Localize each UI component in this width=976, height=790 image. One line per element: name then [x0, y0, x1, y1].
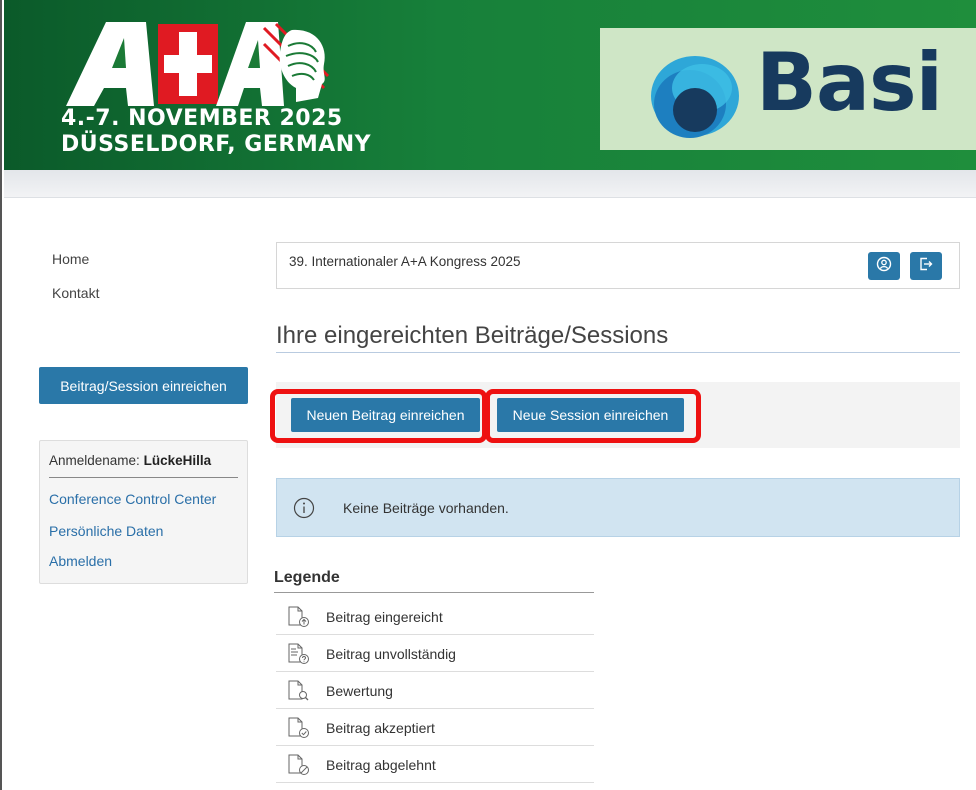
legend-label: Beitrag eingereicht: [326, 609, 443, 625]
window-frame: 4.-7. NOVEMBER 2025 DÜSSELDORF, GERMANY …: [0, 0, 976, 790]
legend-item: Bewertung: [276, 672, 594, 709]
header-subbar: [4, 170, 976, 198]
nav-contact-link[interactable]: Kontakt: [52, 285, 99, 301]
new-contribution-button[interactable]: Neuen Beitrag einreichen: [291, 398, 480, 432]
nav-home-link[interactable]: Home: [52, 251, 89, 267]
event-date-location: 4.-7. NOVEMBER 2025 DÜSSELDORF, GERMANY: [61, 106, 371, 158]
legend-item: Beitrag abgelehnt: [276, 746, 594, 783]
legend-item: Beitrag akzeptiert: [276, 709, 594, 746]
event-location: DÜSSELDORF, GERMANY: [61, 132, 372, 157]
event-date: 4.-7. NOVEMBER 2025: [61, 106, 343, 131]
new-session-button[interactable]: Neue Session einreichen: [497, 398, 684, 432]
doc-rejected-icon: [286, 754, 310, 781]
submit-contribution-session-button[interactable]: Beitrag/Session einreichen: [39, 367, 248, 404]
sponsor-banner: Basi: [600, 28, 976, 150]
info-icon: [293, 497, 315, 524]
conference-control-center-link[interactable]: Conference Control Center: [49, 491, 216, 507]
user-panel-divider: [49, 477, 238, 478]
login-label: Anmeldename:: [49, 453, 140, 468]
login-name: LückeHilla: [143, 453, 212, 468]
info-alert: Keine Beiträge vorhanden.: [276, 478, 960, 537]
login-name-row: Anmeldename: LückeHilla: [49, 453, 211, 468]
aa-logo: [66, 18, 336, 113]
legend-label: Bewertung: [326, 683, 393, 699]
legend-label: Beitrag unvollständig: [326, 646, 456, 662]
page-title: Ihre eingereichten Beiträge/Sessions: [276, 322, 669, 349]
info-message: Keine Beiträge vorhanden.: [343, 500, 509, 516]
header-banner: 4.-7. NOVEMBER 2025 DÜSSELDORF, GERMANY …: [4, 0, 976, 170]
logout-icon: [918, 256, 934, 277]
title-divider: [276, 352, 960, 353]
doc-check-icon: [286, 717, 310, 744]
logout-button[interactable]: [910, 252, 942, 280]
legend-label: Beitrag akzeptiert: [326, 720, 435, 736]
personal-data-link[interactable]: Persönliche Daten: [49, 523, 163, 539]
congress-title: 39. Internationaler A+A Kongress 2025: [289, 254, 521, 269]
legend-title: Legende: [274, 569, 340, 586]
doc-question-icon: [286, 643, 310, 670]
sponsor-name: Basi: [756, 36, 943, 129]
profile-button[interactable]: [868, 252, 900, 280]
basi-logo-icon: [640, 48, 740, 153]
logout-link[interactable]: Abmelden: [49, 553, 112, 569]
doc-search-icon: [286, 680, 310, 707]
legend-divider: [274, 592, 594, 593]
doc-upload-icon: [286, 606, 310, 633]
legend-item: Beitrag unvollständig: [276, 635, 594, 672]
legend-label: Beitrag abgelehnt: [326, 757, 436, 773]
user-icon: [876, 256, 892, 277]
legend-item: Beitrag eingereicht: [276, 598, 594, 635]
user-panel: Anmeldename: LückeHilla Conference Contr…: [39, 440, 248, 584]
congress-header: 39. Internationaler A+A Kongress 2025: [276, 242, 960, 289]
